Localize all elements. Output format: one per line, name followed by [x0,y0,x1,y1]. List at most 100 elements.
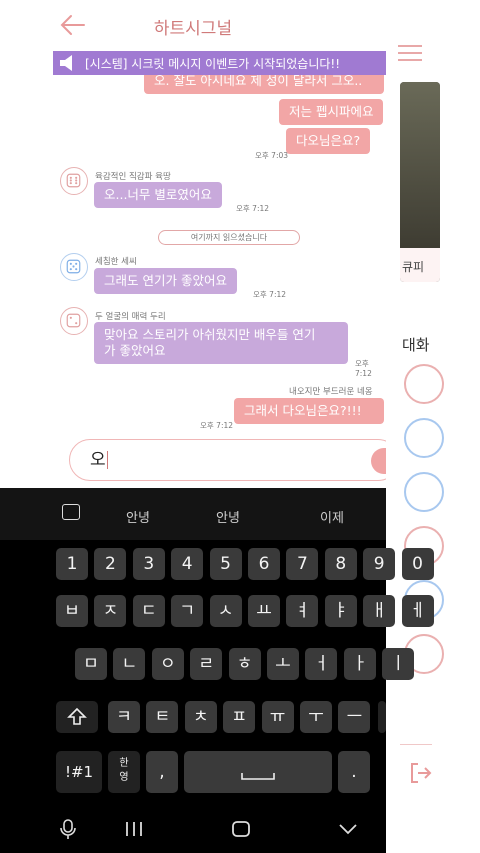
avatar[interactable] [60,167,88,195]
language-key-label: 한 [119,758,129,769]
number-key[interactable]: 5 [209,548,242,580]
letter-key[interactable]: ㅡ [338,701,371,733]
home-icon[interactable] [231,820,251,838]
letter-key[interactable]: ㅗ [267,648,299,680]
message-input[interactable]: 오 [69,439,386,481]
letter-key[interactable]: ㅋ [108,701,140,733]
message-time: 오후 7:12 [200,421,234,430]
message-time: 오후 7:12 [236,204,270,213]
comma-key[interactable]: , [146,751,178,793]
number-key[interactable]: 4 [171,548,204,580]
participant-avatar[interactable] [404,472,444,512]
letter-key[interactable]: ㅑ [324,595,357,627]
section-label: 대화 [402,336,430,354]
backspace-key[interactable] [378,701,386,733]
text-caret [106,451,109,469]
letter-key[interactable]: ㅕ [286,595,319,627]
read-divider: 여기까지 읽으셨습니다 [158,230,300,245]
number-key[interactable]: 8 [324,548,357,580]
letter-key[interactable]: ㅇ [151,648,184,680]
letter-key[interactable]: ㅈ [94,595,127,627]
microphone-icon[interactable] [58,818,78,840]
message-time: 오후 7:12 [355,359,372,378]
letter-key[interactable]: ㄱ [171,595,204,627]
message-bubble: 오...너무 별로였어요 [94,182,222,208]
message-input-value: 오 [90,450,106,470]
space-key[interactable] [184,751,332,793]
letter-key[interactable]: ㅂ [56,595,88,627]
letter-key[interactable]: ㅎ [228,648,261,680]
page-title: 하트시그널 [153,19,233,39]
system-banner-text: [시스템] 시크릿 메시지 이벤트가 시작되었습니다!! [85,56,341,71]
message-line: 맞아요 스토리가 아쉬웠지만 배우들 연기 [104,327,316,342]
side-drawer-bottom [386,798,432,853]
participant-avatar[interactable] [404,364,444,404]
letter-key[interactable]: ㅣ [382,648,415,680]
symbols-key[interactable]: !#1 [56,751,102,793]
period-key[interactable]: . [338,751,370,793]
hide-keyboard-icon[interactable] [338,822,358,836]
space-bar-icon [241,773,275,780]
letter-key[interactable]: ㅓ [305,648,338,680]
suggestion[interactable]: 안녕 [126,507,150,526]
language-key-label: 영 [119,772,129,783]
letter-key[interactable]: ㅅ [209,595,242,627]
letter-key[interactable]: ㄹ [190,648,223,680]
number-key[interactable]: 6 [248,548,280,580]
recent-apps-icon[interactable] [124,820,144,838]
message-time: 오후 7:12 [253,290,287,299]
number-key[interactable]: 7 [286,548,319,580]
message-bubble: 맞아요 스토리가 아쉬웠지만 배우들 연기 가 좋았어요 [94,322,348,364]
sender-name: 내오지만 부드러운 네옹 [289,387,373,397]
side-drawer: 큐피 대화 [386,0,480,853]
keyboard: 안녕 안녕 이제 1234567890 ㅂㅈㄷㄱㅅㅛㅕㅑㅐㅔㅁㄴㅇㄹㅎㅗㅓㅏㅣㅋㅌ… [0,488,434,853]
number-key[interactable]: 9 [363,548,396,580]
letter-key[interactable]: ㅁ [75,648,107,680]
number-key[interactable]: 1 [56,548,88,580]
letter-key[interactable]: ㅛ [248,595,280,627]
sender-name: 세침한 세씨 [95,257,137,267]
avatar[interactable] [60,307,88,335]
megaphone-icon [60,55,72,71]
letter-key[interactable]: ㅍ [223,701,256,733]
chat-header: 하트시그널 [0,0,386,50]
dice-icon [66,313,81,328]
letter-key[interactable]: ㅌ [146,701,179,733]
number-key[interactable]: 3 [132,548,165,580]
message-bubble: 그래서 다오님은요?!!! [234,398,384,424]
letter-key[interactable]: ㄷ [132,595,165,627]
letter-key[interactable]: ㄴ [113,648,146,680]
letter-key[interactable]: ㅊ [184,701,217,733]
participant-avatar[interactable] [404,418,444,458]
letter-key[interactable]: ㅠ [261,701,294,733]
system-banner: [시스템] 시크릿 메시지 이벤트가 시작되었습니다!! [53,51,386,75]
profile-card[interactable]: 큐피 [400,82,440,282]
suggestion[interactable]: 안녕 [216,507,240,526]
profile-image [400,82,440,248]
shift-icon [67,707,87,725]
sender-name: 육감적인 직감파 육땅 [95,172,171,182]
system-nav-bar [0,804,386,853]
language-key[interactable]: 한 영 [108,751,140,793]
suggestion[interactable]: 이제 [320,507,344,526]
suggestion-bar: 안녕 안녕 이제 [0,488,386,540]
letter-key[interactable]: ㅐ [363,595,396,627]
message-bubble: 다오님은요? [286,128,371,154]
letter-key[interactable]: ㅔ [401,595,434,627]
menu-icon[interactable] [396,40,422,66]
letter-key[interactable]: ㅏ [343,648,376,680]
avatar[interactable] [60,253,88,281]
letter-key[interactable]: ㅜ [300,701,332,733]
exit-icon[interactable] [408,760,434,786]
dice-icon [66,173,81,188]
chat-panel: 하트시그널 오. 잘도 아시네요 제 성이 달라서 그오.. [시스템] 시크릿… [0,0,386,488]
message-bubble: 그래도 연기가 좋았어요 [94,268,237,294]
shift-key[interactable] [56,701,98,733]
number-key[interactable]: 0 [401,548,434,580]
collapse-keyboard-icon[interactable] [62,504,80,520]
divider [400,744,432,745]
message-time: 오후 7:03 [255,151,289,160]
message-line: 가 좋았어요 [104,343,166,358]
sender-name: 두 얼굴의 매력 두리 [95,312,166,322]
number-key[interactable]: 2 [94,548,127,580]
